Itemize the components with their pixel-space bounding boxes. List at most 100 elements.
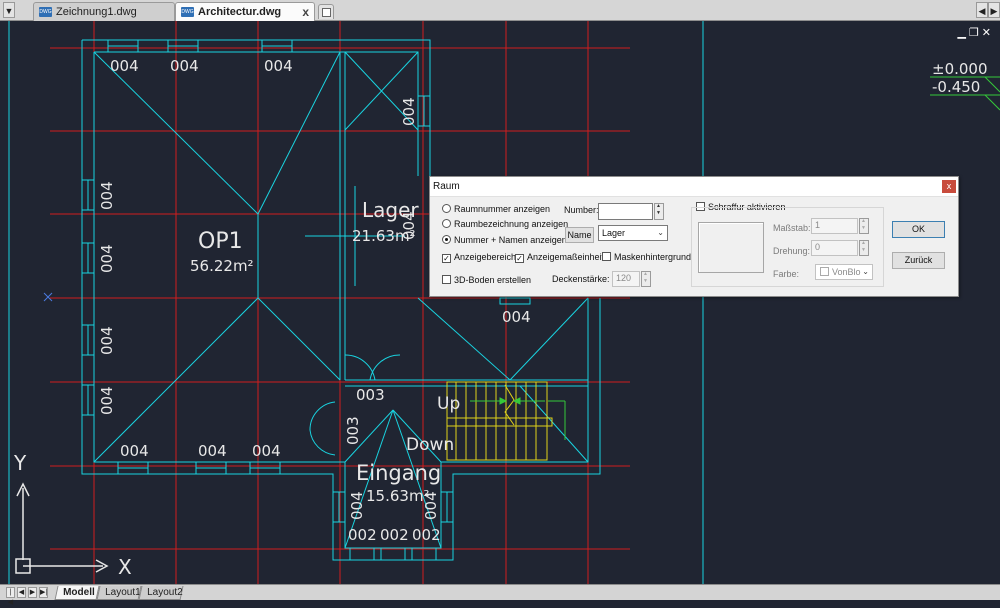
slab-thickness-label: Deckenstärke: [552,274,610,284]
slab-thickness-spinner[interactable] [641,271,651,287]
radio-label: Raumnummer anzeigen [454,204,551,214]
window-tag: 004 [98,181,116,210]
name-select[interactable]: Lager ⌄ [598,225,668,241]
window-tag: 004 [348,491,366,520]
radio-label: Nummer + Namen anzeigen [454,235,567,245]
first-layout-button[interactable]: |◀ [6,587,15,606]
window-tag: 004 [120,442,149,460]
door-tag: 003 [356,386,385,404]
window-tag: 004 [110,57,139,75]
number-label: Number: [564,205,599,215]
stair-up-label: Up [437,394,460,414]
color-swatch [820,267,829,276]
elevation-label-bottom: -0.450 [932,78,980,96]
checkbox-icon [442,275,451,284]
window-tag: 002 [380,526,409,544]
scroll-left-button[interactable]: ◀ [976,2,988,18]
room-name-op1: OP1 [198,229,243,254]
drawing-canvas[interactable]: ±0.000 -0.450 004 004 004 004 004 004 00… [0,21,1000,584]
radio-icon [442,204,451,213]
ok-button[interactable]: OK [892,221,945,238]
tab-layout1[interactable]: Layout1 [96,586,142,600]
checkbox-label: Maskenhintergrund [614,252,692,262]
rotation-input[interactable]: 0 [811,240,858,256]
window-tag: 004 [400,97,418,126]
elevation-label-top: ±0.000 [932,60,988,78]
chevron-down-icon: ⌄ [862,267,869,276]
tab-label: Zeichnung1.dwg [56,6,137,18]
radio-label: Raumbezeichnung anzeigen [454,219,569,229]
checkbox-checked-icon: ✓ [515,254,524,263]
color-select-value: VonBlo [832,267,861,277]
tab-layout2[interactable]: Layout2 [138,586,184,600]
window-tag: 004 [98,326,116,355]
room-area-eingang: 15.63m² [366,487,430,505]
number-input[interactable] [598,203,653,220]
window-tag: 004 [98,386,116,415]
tab-label: Architectur.dwg [198,6,282,18]
tab-architectur[interactable]: DWG Architectur.dwg x [175,2,315,21]
window-tag: 004 [198,442,227,460]
window-tag: 002 [412,526,441,544]
dwg-file-icon: DWG [181,7,194,17]
window-tag: 004 [502,308,531,326]
close-icon[interactable]: x [942,180,956,193]
checkbox-mask-background[interactable]: Maskenhintergrund [602,252,691,262]
scroll-right-button[interactable]: ▶ [988,2,1000,18]
tab-zeichnung1[interactable]: DWG Zeichnung1.dwg [33,2,175,21]
checkbox-show-area[interactable]: ✓ Anzeigebereich [442,252,516,263]
window-tag: 004 [170,57,199,75]
layout-tab-bar: |◀ ◀ ▶ ▶| Modell Layout1 Layout2 [0,584,1000,606]
checkbox-icon [602,252,611,261]
scale-spinner[interactable] [859,218,869,234]
raum-dialog: Raum x Raumnummer anzeigen Raumbezeichnu… [429,176,959,297]
back-button[interactable]: Zurück [892,252,945,269]
radio-room-name[interactable]: Raumbezeichnung anzeigen [442,219,568,229]
new-tab-button[interactable] [318,4,334,19]
dialog-titlebar[interactable]: Raum x [430,177,958,197]
window-tag: 004 [264,57,293,75]
door-tag: 003 [344,416,362,445]
room-area-lager: 21.63m² [352,227,416,245]
checkbox-label: 3D-Boden erstellen [454,275,532,285]
room-name-eingang: Eingang [356,461,441,485]
scale-input[interactable]: 1 [811,218,858,234]
document-tab-bar: ▼ DWG Zeichnung1.dwg DWG Architectur.dwg… [0,0,1000,21]
radio-number-and-name[interactable]: Nummer + Namen anzeigen [442,235,567,245]
checkbox-show-unit[interactable]: ✓ Anzeigemaßeinheit [515,252,604,263]
dwg-file-icon: DWG [39,7,52,17]
slab-thickness-input[interactable]: 120 [612,271,640,287]
name-select-value: Lager [602,228,626,238]
room-name-lager: Lager [362,198,419,222]
previous-layout-button[interactable]: ◀ [17,587,26,598]
number-spinner[interactable] [654,203,664,220]
ucs-x-label: X [118,555,132,579]
tab-label: Modell [63,587,95,598]
room-area-op1: 56.22m² [190,257,254,275]
close-icon[interactable]: x [302,3,309,21]
radio-icon [442,219,451,228]
last-layout-button[interactable]: ▶| [39,587,48,598]
checkbox-checked-icon: ✓ [442,254,451,263]
color-label: Farbe: [773,269,800,279]
minimize-icon[interactable]: ▁ [957,27,968,39]
tab-modell[interactable]: Modell [54,586,100,600]
radio-selected-icon [442,235,451,244]
dialog-title: Raum [433,181,460,192]
scale-label: Maßstab: [773,223,811,233]
window-tag: 004 [252,442,281,460]
rotation-label: Drehung: [773,246,811,256]
tab-label: Layout1 [105,587,141,598]
radio-room-number[interactable]: Raumnummer anzeigen [442,204,550,214]
next-layout-button[interactable]: ▶ [28,587,37,598]
window-tag: 002 [348,526,377,544]
tab-label: Layout2 [147,587,183,598]
tab-menu-button[interactable]: ▼ [3,2,15,18]
name-button[interactable]: Name [565,227,594,243]
rotation-spinner[interactable] [859,240,869,256]
hatch-preview [698,222,764,273]
color-select[interactable]: VonBlo ⌄ [815,264,873,280]
close-icon[interactable]: ✕ [982,27,994,39]
restore-icon[interactable]: ❐ [969,27,982,39]
checkbox-create-3d-floor[interactable]: 3D-Boden erstellen [442,275,531,285]
